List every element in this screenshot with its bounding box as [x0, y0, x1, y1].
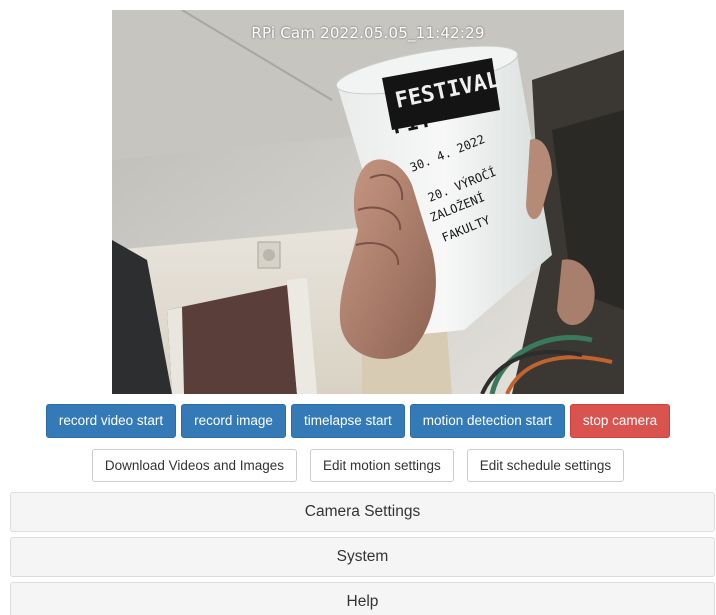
primary-controls: record video start record image timelaps…	[0, 404, 716, 438]
camera-overlay-timestamp: RPi Cam 2022.05.05_11:42:29	[251, 24, 485, 42]
camera-settings-panel-header[interactable]: Camera Settings	[10, 492, 715, 532]
motion-detection-start-button[interactable]: motion detection start	[409, 404, 565, 438]
record-video-start-button[interactable]: record video start	[45, 404, 177, 438]
secondary-controls: Download Videos and Images Edit motion s…	[0, 449, 716, 482]
edit-motion-settings-button[interactable]: Edit motion settings	[309, 449, 454, 482]
system-panel-header[interactable]: System	[10, 537, 715, 577]
record-image-button[interactable]: record image	[181, 404, 286, 438]
stop-camera-button[interactable]: stop camera	[569, 404, 671, 438]
download-videos-images-button[interactable]: Download Videos and Images	[91, 449, 297, 482]
edit-schedule-settings-button[interactable]: Edit schedule settings	[466, 449, 625, 482]
camera-preview: FESTIVAL FIT 30. 4. 2022 20. VÝROČÍ ZALO…	[112, 10, 624, 394]
camera-preview-image: FESTIVAL FIT 30. 4. 2022 20. VÝROČÍ ZALO…	[112, 10, 624, 394]
rpi-cam-page: FESTIVAL FIT 30. 4. 2022 20. VÝROČÍ ZALO…	[0, 0, 716, 615]
timelapse-start-button[interactable]: timelapse start	[290, 404, 405, 438]
help-panel-header[interactable]: Help	[10, 582, 715, 615]
